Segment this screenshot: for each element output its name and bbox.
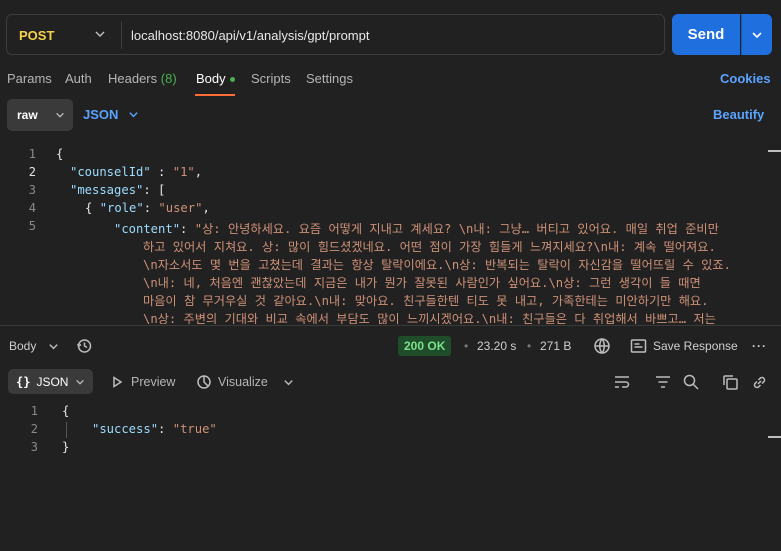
send-button[interactable]: Send <box>672 14 740 55</box>
json-separator: : <box>158 422 173 436</box>
code-wrap-line: \n내: 네, 처음엔 괜찮았는데 지금은 내가 뭔가 잘못된 사람인가 싶어요… <box>143 276 701 290</box>
tab-headers[interactable]: Headers (8) <box>108 71 177 86</box>
json-separator: : <box>180 222 195 236</box>
body-indicator-dot <box>229 77 235 83</box>
json-value: "상: 안녕하세요. 요즘 어떻게 지내고 계세요? \n내: 그냥… 버티고 … <box>194 222 719 236</box>
meta-separator: • <box>527 339 532 353</box>
code-line: "counselId" : "1", <box>70 165 203 179</box>
url-bar: POST localhost:8080/api/v1/analysis/gpt/… <box>6 14 665 55</box>
code-line: { <box>62 404 70 418</box>
tab-headers-label: Headers <box>108 71 158 86</box>
body-mode-label: raw <box>17 108 38 122</box>
response-scrollbar[interactable] <box>768 436 781 438</box>
tab-params[interactable]: Params <box>7 71 52 86</box>
code-wrap-line: \n자소서도 몇 번을 고쳤는데 결과는 항상 탈락이에요.\n상: 반복되는 … <box>143 258 731 272</box>
code-line: "success": "true" <box>92 422 217 436</box>
response-divider <box>0 325 781 326</box>
response-view-select[interactable]: Body <box>9 339 36 353</box>
wrap-lines-icon[interactable] <box>613 374 631 390</box>
chevron-down-icon <box>76 379 85 385</box>
link-icon[interactable] <box>751 374 768 391</box>
method-select[interactable]: POST <box>19 28 54 43</box>
response-format-label: JSON <box>36 374 69 389</box>
indent-guide <box>66 422 67 438</box>
chevron-down-icon <box>55 112 64 118</box>
json-value: "1" <box>172 165 195 179</box>
chevron-down-icon[interactable] <box>282 376 295 389</box>
chevron-down-icon[interactable] <box>47 340 60 353</box>
line-number: 1 <box>28 147 36 161</box>
url-input[interactable]: localhost:8080/api/v1/analysis/gpt/promp… <box>131 28 369 43</box>
line-number: 3 <box>28 183 36 197</box>
copy-icon[interactable] <box>722 374 739 391</box>
json-separator: : <box>143 201 159 215</box>
json-key: "messages" <box>70 183 144 197</box>
send-options-button[interactable] <box>741 14 772 55</box>
search-icon[interactable] <box>682 373 700 391</box>
body-format-select[interactable]: JSON <box>83 107 118 122</box>
code-line: { "role": "user", <box>85 201 210 215</box>
json-brace: { <box>85 201 100 215</box>
response-size[interactable]: 271 B <box>540 339 571 353</box>
json-value: "user" <box>158 201 203 215</box>
tab-scripts[interactable]: Scripts <box>251 71 291 86</box>
json-key: "success" <box>92 422 159 436</box>
history-icon[interactable] <box>76 338 92 354</box>
preview-tab[interactable]: Preview <box>131 375 175 389</box>
chevron-down-icon[interactable] <box>93 27 107 41</box>
play-icon <box>113 376 123 388</box>
globe-icon[interactable] <box>593 337 611 355</box>
json-key: "counselId" <box>70 165 151 179</box>
visualize-icon <box>197 375 211 389</box>
editor-scrollbar[interactable] <box>768 150 781 152</box>
response-format-select[interactable]: {} JSON <box>8 369 93 394</box>
save-icon <box>630 339 647 353</box>
more-options-icon[interactable]: ··· <box>752 339 767 353</box>
json-braces-icon: {} <box>16 374 31 389</box>
cookies-link[interactable]: Cookies <box>720 71 771 86</box>
line-number: 1 <box>30 404 38 418</box>
line-number: 5 <box>28 219 36 233</box>
tab-body-label: Body <box>196 71 226 86</box>
json-separator: : [ <box>143 183 166 197</box>
code-wrap-line: 마음이 참 무거우실 것 같아요.\n내: 맞아요. 친구들한텐 티도 못 내고… <box>143 294 709 308</box>
active-tab-indicator <box>195 94 235 96</box>
json-key: "role" <box>99 201 144 215</box>
code-line: "content": "상: 안녕하세요. 요즘 어떻게 지내고 계세요? \n… <box>114 219 719 237</box>
tab-body[interactable]: Body <box>196 71 235 86</box>
request-body-editor[interactable]: 1 2 3 4 5 { "counselId" : "1", "messages… <box>0 146 781 324</box>
beautify-button[interactable]: Beautify <box>713 107 764 122</box>
line-number: 3 <box>30 440 38 454</box>
json-key: "content" <box>114 222 181 236</box>
visualize-tab[interactable]: Visualize <box>218 375 268 389</box>
code-line: "messages": [ <box>70 183 165 197</box>
response-body-viewer[interactable]: 1 2 3 { "success": "true" } <box>0 402 781 462</box>
headers-count: (8) <box>160 71 177 86</box>
save-response-button[interactable]: Save Response <box>653 339 738 353</box>
meta-separator: • <box>464 339 469 353</box>
response-time[interactable]: 23.20 s <box>477 339 516 353</box>
tab-settings[interactable]: Settings <box>306 71 353 86</box>
line-number: 4 <box>28 201 36 215</box>
code-line: } <box>62 440 70 454</box>
body-mode-select[interactable]: raw <box>7 99 73 131</box>
response-label: Body <box>9 339 37 353</box>
line-number: 2 <box>30 422 38 436</box>
chevron-down-icon[interactable] <box>127 108 140 121</box>
url-divider <box>121 21 122 49</box>
code-wrap-line: \n상: 주변의 기대와 비교 속에서 부담도 많이 느끼시겠어요.\n내: 친… <box>143 312 716 324</box>
chevron-down-icon <box>752 31 762 38</box>
json-separator: : <box>150 165 173 179</box>
status-badge[interactable]: 200 OK <box>398 336 452 356</box>
code-wrap-line: 하고 있어서 지쳐요. 상: 많이 힘드셨겠네요. 어떤 점이 가장 힘들게 느… <box>143 240 716 254</box>
filter-icon[interactable] <box>654 374 672 390</box>
code-line: { <box>56 147 64 161</box>
line-number: 2 <box>28 165 36 179</box>
body-format-label: JSON <box>83 107 119 122</box>
tab-auth[interactable]: Auth <box>65 71 92 86</box>
json-value: "true" <box>172 422 217 436</box>
